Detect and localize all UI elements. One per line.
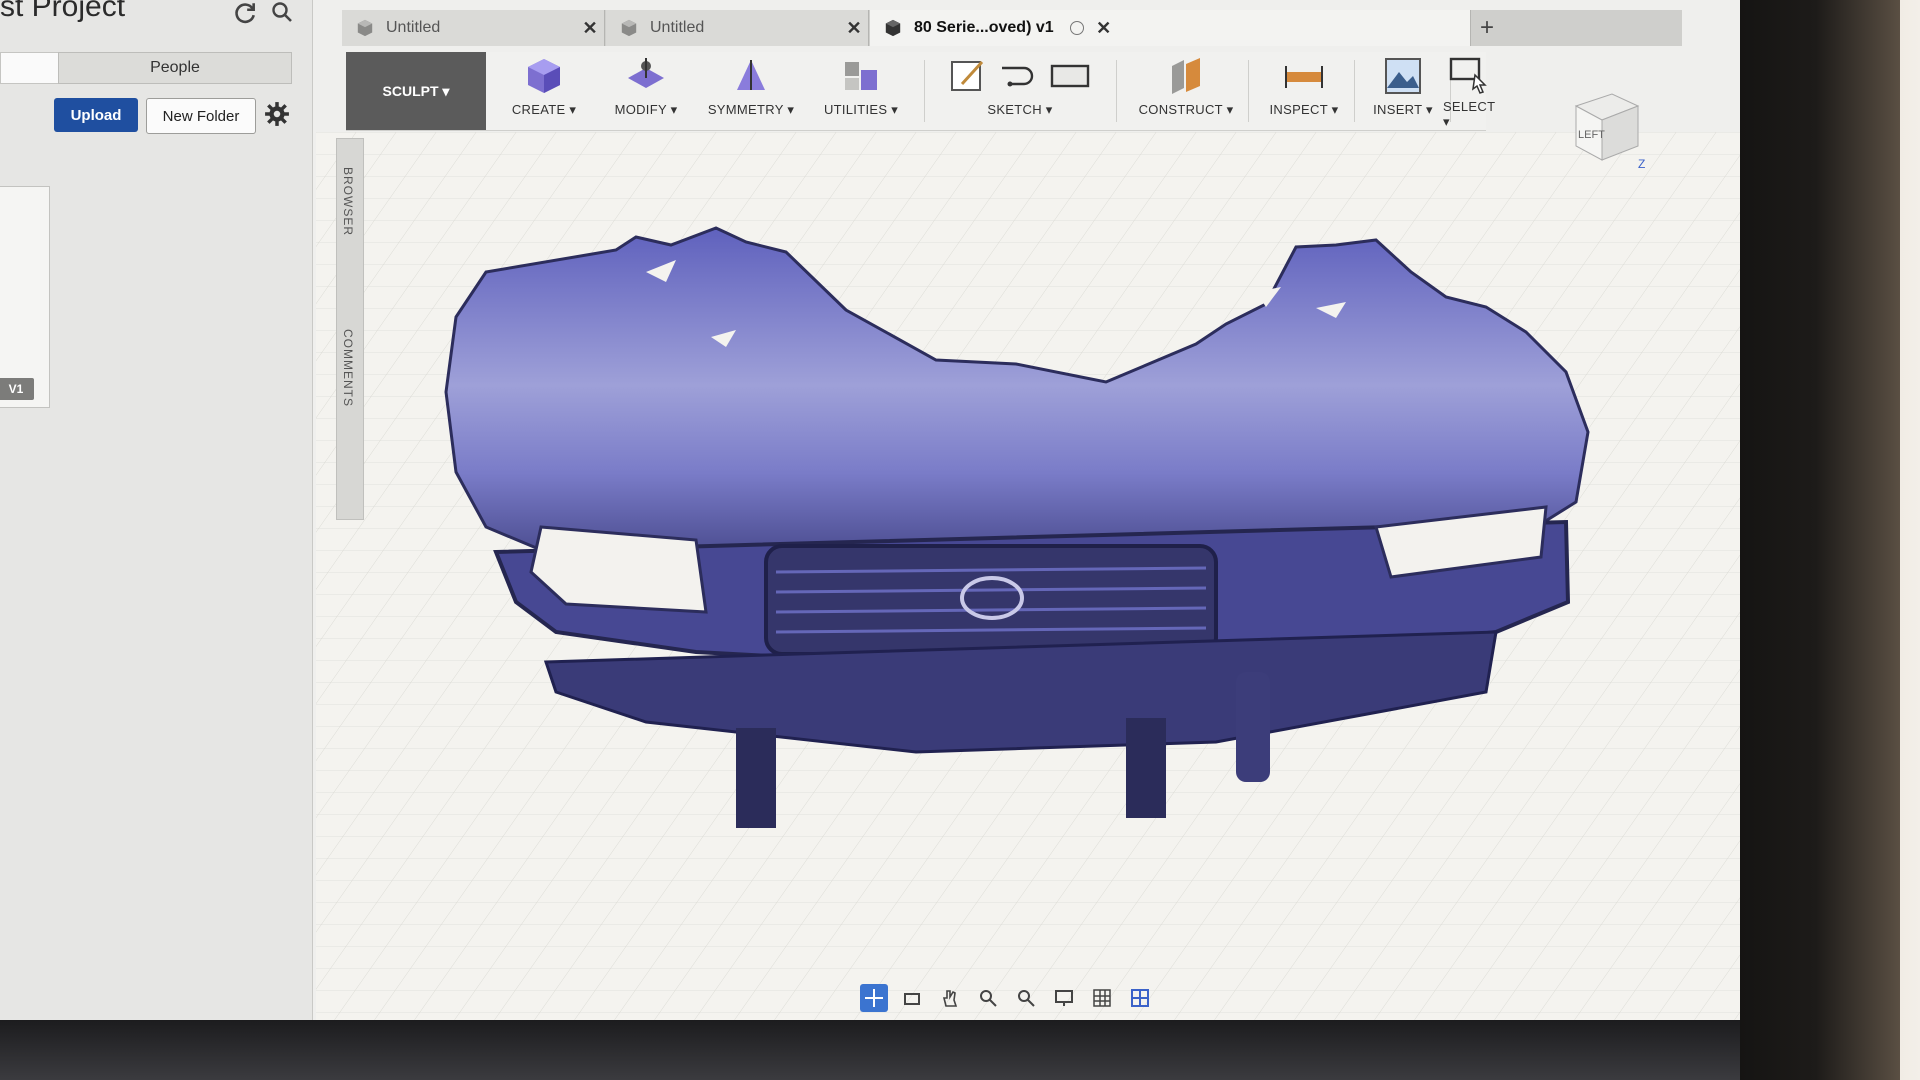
comments-label: COMMENTS (341, 329, 355, 407)
sketch-curve-icon (1002, 66, 1034, 87)
fit-button[interactable] (1012, 984, 1040, 1012)
design-cube-icon (357, 19, 373, 37)
hand-icon (942, 990, 958, 1007)
document-tab[interactable]: Untitled ✕ (606, 10, 869, 46)
document-tab-bar: Untitled ✕ Untitled ✕ 80 Serie...oved) v… (342, 10, 1682, 46)
symmetry-icon (737, 60, 765, 90)
move-icon (865, 989, 883, 1007)
document-tab[interactable]: Untitled ✕ (342, 10, 605, 46)
3d-viewport[interactable] (316, 132, 1740, 1020)
version-badge: V1 (0, 378, 34, 400)
look-at-button[interactable] (898, 984, 926, 1012)
data-panel: rst Project People Upload New Folder V1 (0, 0, 313, 1020)
utilities-label: UTILITIES ▾ (823, 102, 899, 117)
browser-label: BROWSER (341, 167, 355, 237)
tab-project[interactable] (0, 52, 59, 84)
box-icon (528, 59, 560, 93)
close-icon[interactable]: ✕ (840, 18, 868, 39)
pan-button[interactable] (936, 984, 964, 1012)
insert-menu[interactable]: INSERT ▾ (1358, 52, 1448, 130)
toolbar-divider (1354, 60, 1355, 122)
macos-dock (0, 1020, 1740, 1080)
measure-icon (1285, 66, 1323, 88)
gear-icon[interactable] (264, 101, 290, 127)
new-tab-button[interactable]: + (1472, 10, 1502, 46)
grid-icon (1093, 989, 1111, 1007)
viewport-canvas (316, 132, 1740, 1020)
tab-label: Untitled (386, 19, 441, 36)
modify-menu[interactable]: MODIFY ▾ (596, 52, 696, 130)
create-menu[interactable]: CREATE ▾ (494, 52, 594, 130)
design-cube-icon (885, 19, 901, 37)
sketch-rectangle-icon (1050, 64, 1090, 88)
toolbar-divider (1116, 60, 1117, 122)
construct-plane-icon (1172, 58, 1200, 94)
document-tab-active[interactable]: 80 Serie...oved) v1 ✕ (870, 10, 1471, 46)
construct-label: CONSTRUCT ▾ (1138, 102, 1234, 117)
construct-menu[interactable]: CONSTRUCT ▾ (1126, 52, 1246, 130)
close-icon[interactable]: ✕ (1090, 18, 1118, 39)
close-icon[interactable]: ✕ (576, 18, 604, 39)
select-label: SELECT ▾ (1442, 99, 1496, 129)
navigation-bar (856, 980, 1200, 1016)
tab-people[interactable]: People (58, 52, 292, 84)
tab-label: Untitled (650, 19, 705, 36)
symmetry-label: SYMMETRY ▾ (707, 102, 795, 117)
viewports-icon (1131, 989, 1149, 1007)
zoom-icon (980, 990, 997, 1007)
select-cursor-icon (1449, 57, 1487, 94)
unsaved-indicator-icon (1069, 21, 1084, 35)
modify-surface-icon (628, 58, 664, 88)
create-sketch-icon (951, 60, 984, 91)
design-cube-icon (621, 19, 637, 37)
create-label: CREATE ▾ (511, 102, 577, 117)
view-cube-face-label: LEFT (1578, 129, 1605, 141)
search-icon[interactable] (270, 0, 294, 24)
select-menu[interactable]: SELECT ▾ (1443, 52, 1495, 130)
orbit-button[interactable] (860, 984, 888, 1012)
toolbar-divider (924, 60, 925, 122)
view-cube[interactable]: LEFT Z (1562, 84, 1646, 168)
grid-settings-button[interactable] (1088, 984, 1116, 1012)
utilities-menu[interactable]: UTILITIES ▾ (806, 52, 916, 130)
look-at-icon (904, 993, 920, 1005)
utilities-icon (845, 62, 877, 90)
sketch-label: SKETCH ▾ (987, 102, 1053, 117)
toolbar-divider (1248, 60, 1249, 122)
browser-panel-toggle[interactable]: BROWSER COMMENTS (336, 138, 364, 520)
upload-button[interactable]: Upload (54, 98, 138, 132)
insert-image-icon (1385, 58, 1421, 94)
insert-label: INSERT ▾ (1373, 102, 1433, 117)
tab-label: 80 Serie...oved) v1 (914, 19, 1054, 36)
toolbar: SCULPT ▾ CREATE ▾ MODIFY ▾ SYMMETRY ▾ UT… (346, 52, 1495, 131)
symmetry-menu[interactable]: SYMMETRY ▾ (696, 52, 806, 130)
viewports-button[interactable] (1126, 984, 1154, 1012)
workspace-switcher[interactable]: SCULPT ▾ (346, 52, 486, 130)
sketch-menu[interactable]: SKETCH ▾ (930, 52, 1110, 130)
fusion-360-window: rst Project People Upload New Folder V1 (0, 0, 1740, 1020)
design-thumbnail[interactable] (0, 186, 50, 408)
project-title: rst Project (0, 0, 126, 23)
zoom-window-icon (1018, 990, 1035, 1007)
inspect-menu[interactable]: INSPECT ▾ (1254, 52, 1354, 130)
refresh-icon[interactable] (232, 0, 258, 26)
inspect-label: INSPECT ▾ (1269, 102, 1339, 117)
zoom-button[interactable] (974, 984, 1002, 1012)
axis-z-label: Z (1638, 157, 1645, 168)
display-settings-button[interactable] (1050, 984, 1078, 1012)
new-folder-button[interactable]: New Folder (146, 98, 256, 134)
display-icon (1055, 990, 1073, 1006)
modify-label: MODIFY ▾ (614, 102, 678, 117)
